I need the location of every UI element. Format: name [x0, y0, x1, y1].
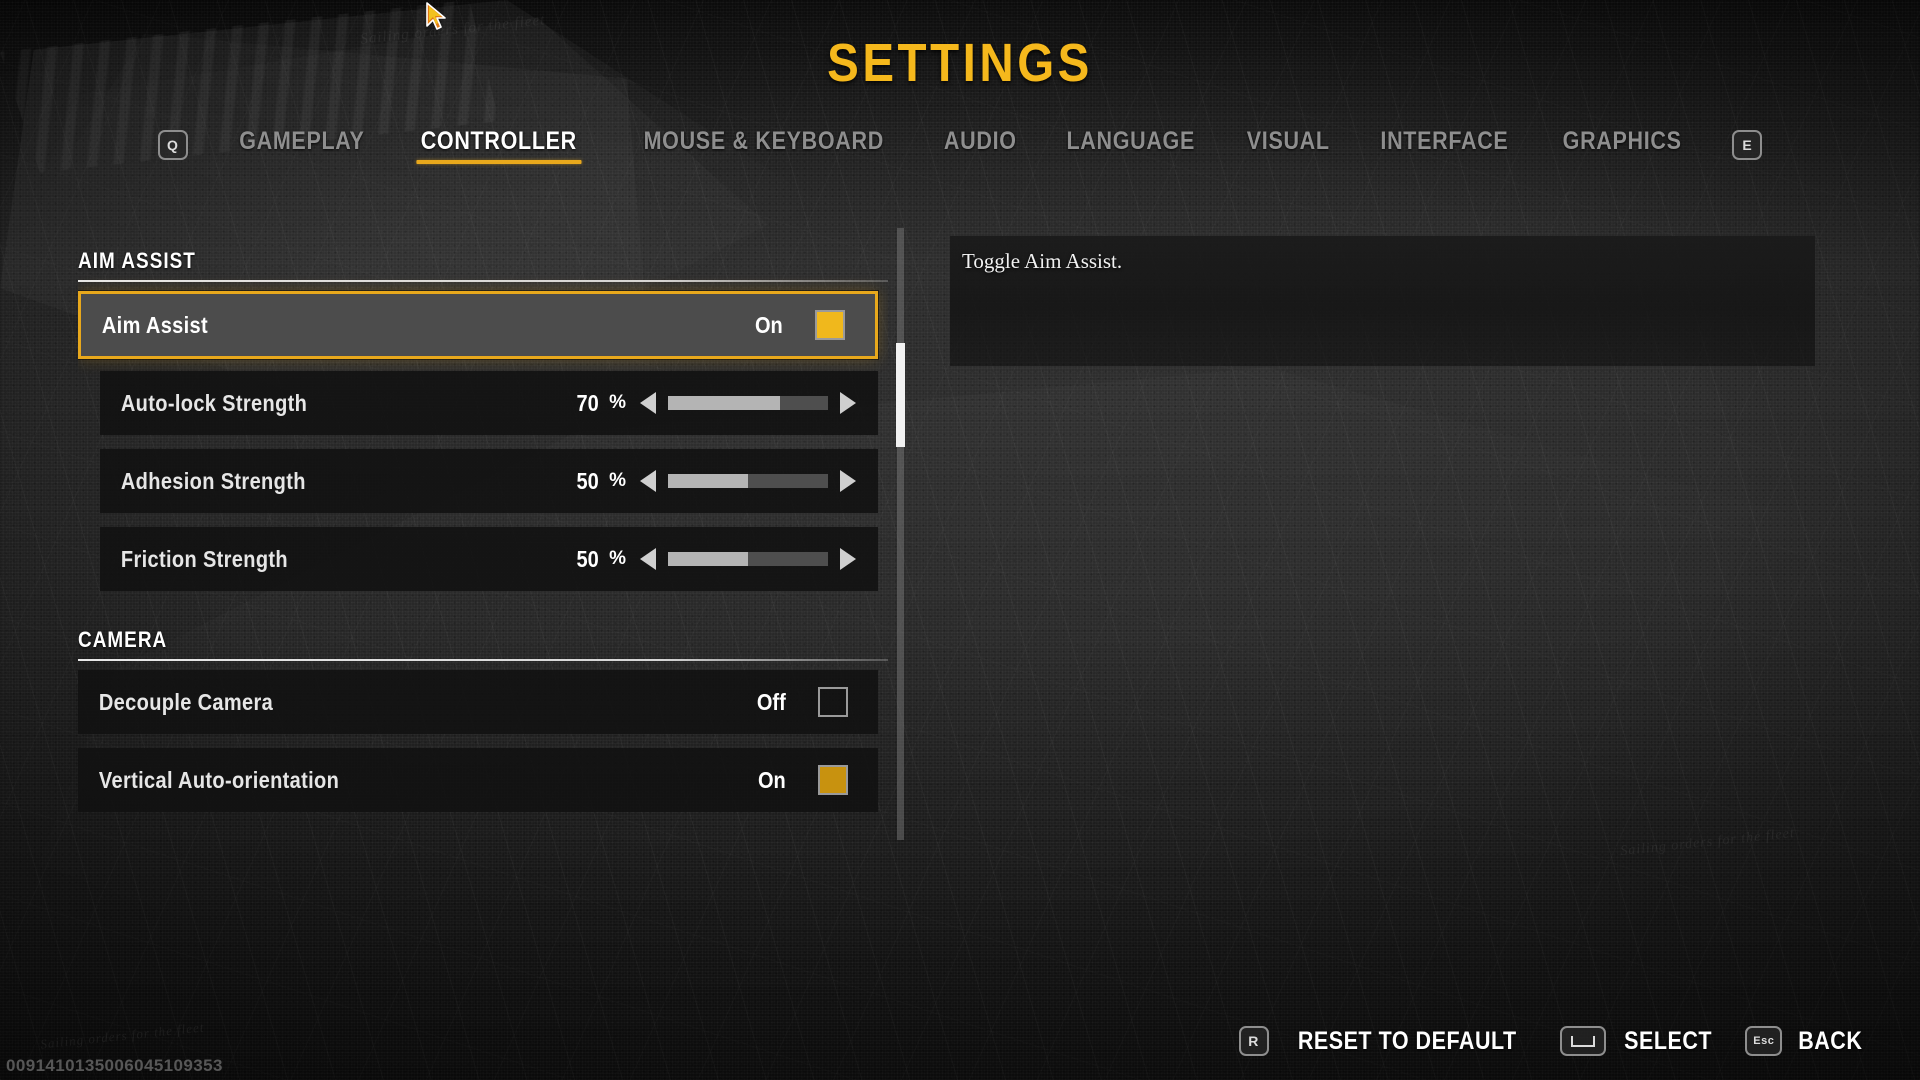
slider-track[interactable] [668, 474, 828, 488]
setting-row-vertical-auto-orientation[interactable]: Vertical Auto-orientation On [78, 748, 878, 812]
action-back[interactable]: Esc BACK [1745, 1026, 1868, 1056]
action-select[interactable]: SELECT [1560, 1026, 1719, 1056]
page-title: SETTINGS [827, 33, 1093, 93]
key-esc-icon: Esc [1745, 1026, 1783, 1056]
slider-fill [668, 396, 780, 410]
slider-control[interactable] [640, 392, 856, 414]
next-tab-key-icon[interactable]: E [1732, 129, 1763, 160]
setting-row-adhesion-strength[interactable]: Adhesion Strength 50 % [100, 449, 878, 513]
section-divider [78, 659, 888, 661]
setting-row-decouple-camera[interactable]: Decouple Camera Off [78, 670, 878, 734]
tab-interface[interactable]: INTERFACE [1366, 123, 1523, 166]
setting-row-aim-assist[interactable]: Aim Assist On [78, 291, 878, 359]
setting-value: 70 [576, 389, 599, 416]
spacebar-icon [1560, 1026, 1607, 1056]
tab-graphics[interactable]: GRAPHICS [1548, 123, 1696, 166]
setting-value: On [757, 766, 786, 793]
setting-value: 50 [576, 467, 599, 494]
setting-value: On [754, 311, 783, 338]
setting-row-friction-strength[interactable]: Friction Strength 50 % [100, 527, 878, 591]
slider-increase-arrow-icon[interactable] [840, 392, 856, 414]
key-r-icon: R [1238, 1026, 1269, 1056]
tab-language[interactable]: LANGUAGE [1052, 123, 1210, 166]
action-label: RESET TO DEFAULT [1297, 1026, 1517, 1055]
setting-label: Adhesion Strength [120, 467, 306, 494]
slider-decrease-arrow-icon[interactable] [640, 548, 656, 570]
setting-unit: % [609, 470, 626, 491]
setting-label: Decouple Camera [98, 688, 274, 715]
tab-controller[interactable]: CONTROLLER [407, 123, 592, 166]
prev-tab-key-icon[interactable]: Q [157, 129, 188, 160]
slider-decrease-arrow-icon[interactable] [640, 392, 656, 414]
section-aim-assist: AIM ASSIST Aim Assist On Auto-lock Stren… [78, 248, 888, 591]
settings-scrollbar-thumb[interactable] [896, 343, 905, 447]
slider-fill [668, 474, 748, 488]
slider-track[interactable] [668, 552, 828, 566]
checkbox-icon[interactable] [818, 765, 848, 795]
spacebar-glyph [1571, 1035, 1596, 1047]
settings-tab-bar: Q GAMEPLAY CONTROLLER MOUSE & KEYBOARD A… [0, 123, 1920, 166]
slider-track[interactable] [668, 396, 828, 410]
checkbox-icon[interactable] [818, 687, 848, 717]
checkbox-icon[interactable] [815, 310, 845, 340]
slider-increase-arrow-icon[interactable] [840, 470, 856, 492]
setting-unit: % [609, 392, 626, 413]
settings-scrollbar-track[interactable] [896, 228, 905, 840]
slider-decrease-arrow-icon[interactable] [640, 470, 656, 492]
section-camera: CAMERA Decouple Camera Off Vertical Auto… [78, 627, 888, 812]
setting-value: Off [756, 688, 786, 715]
slider-control[interactable] [640, 470, 856, 492]
action-label: BACK [1798, 1026, 1863, 1055]
setting-label: Auto-lock Strength [120, 389, 308, 416]
section-heading-aim-assist: AIM ASSIST [78, 248, 196, 273]
tab-audio[interactable]: AUDIO [929, 123, 1031, 166]
slider-fill [668, 552, 748, 566]
section-divider [78, 280, 888, 282]
build-number: 0091410135006045109353 [6, 1056, 223, 1075]
action-label: SELECT [1624, 1026, 1713, 1055]
settings-list: AIM ASSIST Aim Assist On Auto-lock Stren… [78, 248, 888, 848]
setting-unit: % [609, 548, 626, 569]
description-text: Toggle Aim Assist. [962, 249, 1123, 273]
slider-control[interactable] [640, 548, 856, 570]
setting-label: Vertical Auto-orientation [98, 766, 340, 793]
tab-mouse-keyboard[interactable]: MOUSE & KEYBOARD [629, 123, 899, 166]
setting-label: Aim Assist [101, 311, 209, 338]
action-reset-to-default[interactable]: R RESET TO DEFAULT [1238, 1026, 1535, 1056]
setting-value: 50 [576, 545, 599, 572]
action-bar: R RESET TO DEFAULT SELECT Esc BACK [1238, 1026, 1868, 1056]
tab-visual[interactable]: VISUAL [1232, 123, 1344, 166]
setting-row-auto-lock-strength[interactable]: Auto-lock Strength 70 % [100, 371, 878, 435]
tab-gameplay[interactable]: GAMEPLAY [224, 123, 379, 166]
section-heading-camera: CAMERA [78, 627, 168, 652]
mouse-cursor-icon [426, 2, 446, 30]
slider-increase-arrow-icon[interactable] [840, 548, 856, 570]
setting-label: Friction Strength [120, 545, 288, 572]
